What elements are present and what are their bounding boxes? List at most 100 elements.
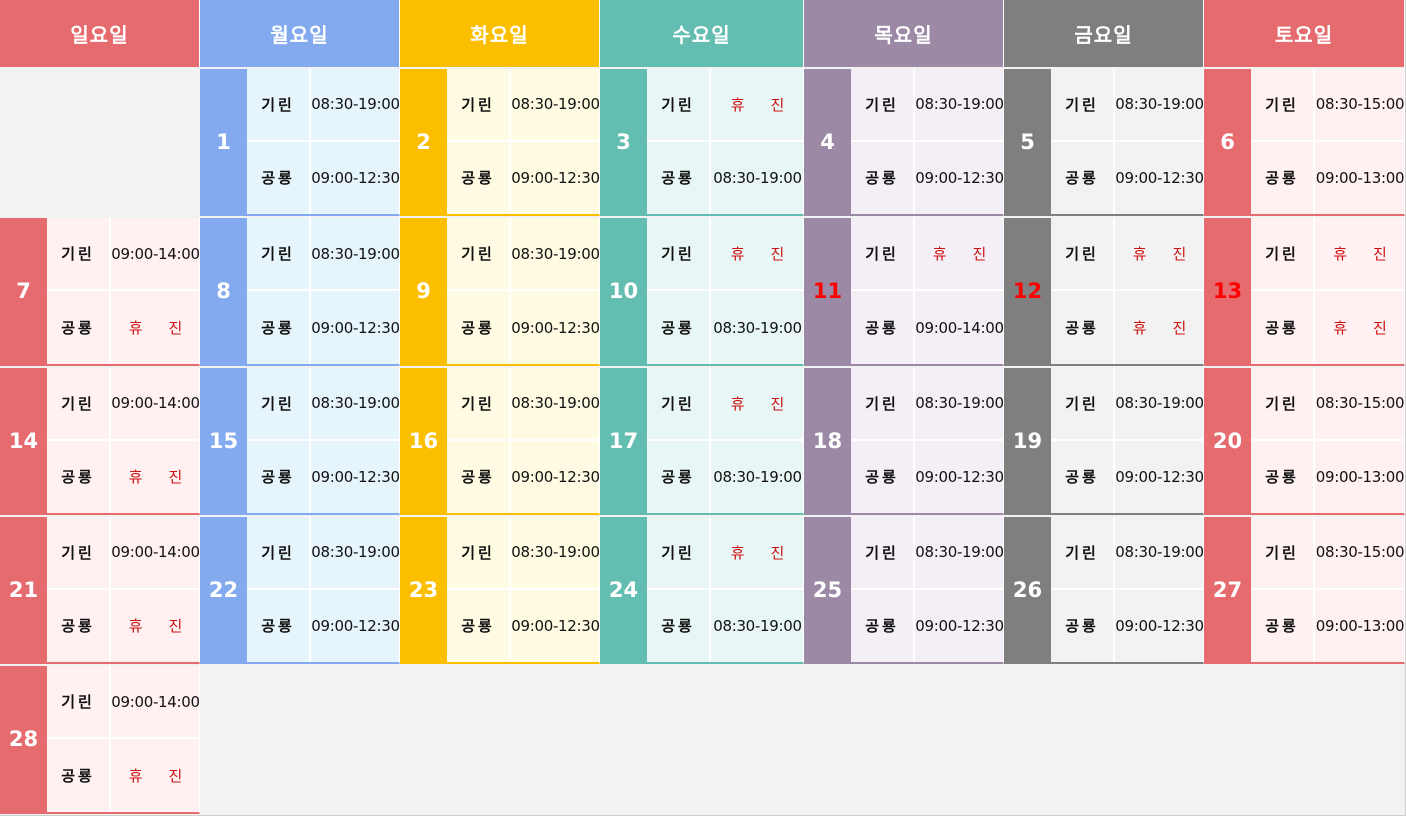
day-cell[interactable]: 14 기린 09:00-14:00 공룡 휴진 bbox=[0, 368, 200, 515]
clinic-label: 기린 bbox=[647, 517, 711, 588]
closed-label: 휴진 bbox=[128, 767, 209, 785]
hours-value: 08:30-19:00 bbox=[713, 467, 802, 486]
day-schedule: 기린 08:30-19:00 공룡 09:00-12:30 bbox=[1051, 368, 1204, 513]
clinic-row-girin: 기린 휴진 bbox=[647, 218, 803, 291]
day-cell[interactable]: 2 기린 08:30-19:00 공룡 09:00-12:30 bbox=[400, 69, 600, 216]
hours-value: 08:30-19:00 bbox=[511, 95, 600, 114]
clinic-label: 기린 bbox=[447, 69, 511, 140]
hours-value: 08:30-19:00 bbox=[511, 394, 600, 413]
clinic-label: 기린 bbox=[47, 666, 111, 737]
day-number: 21 bbox=[0, 517, 47, 662]
day-schedule: 기린 08:30-19:00 공룡 09:00-12:30 bbox=[447, 218, 600, 364]
clinic-row-gongryong: 공룡 휴진 bbox=[47, 291, 199, 364]
hours-value: 08:30-15:00 bbox=[1315, 394, 1405, 413]
day-cell[interactable]: 11 기린 휴진 공룡 09:00-14:00 bbox=[804, 218, 1004, 366]
day-cell[interactable]: 25 기린 08:30-19:00 공룡 09:00-12:30 bbox=[804, 517, 1004, 664]
clinic-row-girin: 기린 08:30-19:00 bbox=[1051, 69, 1204, 142]
clinic-label: 기린 bbox=[851, 368, 915, 439]
closed-label: 휴진 bbox=[730, 95, 811, 114]
day-cell[interactable]: 17 기린 휴진 공룡 08:30-19:00 bbox=[600, 368, 804, 515]
clinic-row-girin: 기린 08:30-19:00 bbox=[447, 218, 600, 291]
day-cell[interactable]: 3 기린 휴진 공룡 08:30-19:00 bbox=[600, 69, 804, 216]
day-cell[interactable]: 9 기린 08:30-19:00 공룡 09:00-12:30 bbox=[400, 218, 600, 366]
clinic-label: 기린 bbox=[1251, 218, 1315, 289]
clinic-row-gongryong: 공룡 휴진 bbox=[1051, 291, 1203, 364]
hours-value: 09:00-12:30 bbox=[311, 318, 400, 337]
clinic-label: 공룡 bbox=[247, 440, 311, 513]
clinic-row-girin: 기린 08:30-19:00 bbox=[247, 218, 400, 291]
day-schedule: 기린 08:30-19:00 공룡 09:00-12:30 bbox=[447, 517, 600, 662]
clinic-row-girin: 기린 09:00-14:00 bbox=[47, 666, 200, 739]
clinic-row-girin: 기린 휴진 bbox=[647, 69, 803, 142]
hours-value: 09:00-14:00 bbox=[111, 394, 200, 413]
clinic-label: 공룡 bbox=[647, 440, 711, 513]
clinic-row-girin: 기린 09:00-14:00 bbox=[47, 517, 200, 590]
hours-value: 09:00-14:00 bbox=[111, 543, 200, 562]
day-cell[interactable]: 20 기린 08:30-15:00 공룡 09:00-13:00 bbox=[1204, 368, 1405, 515]
day-cell[interactable]: 24 기린 휴진 공룡 08:30-19:00 bbox=[600, 517, 804, 664]
day-schedule: 기린 휴진 공룡 휴진 bbox=[1251, 218, 1404, 364]
clinic-label: 기린 bbox=[1251, 69, 1315, 140]
day-cell[interactable]: 18 기린 08:30-19:00 공룡 09:00-12:30 bbox=[804, 368, 1004, 515]
clinic-label: 기린 bbox=[851, 218, 915, 289]
hours-value: 08:30-19:00 bbox=[1115, 543, 1204, 562]
hours-value: 08:30-19:00 bbox=[311, 394, 400, 413]
clinic-label: 공룡 bbox=[1251, 440, 1315, 513]
day-cell[interactable]: 23 기린 08:30-19:00 공룡 09:00-12:30 bbox=[400, 517, 600, 664]
day-cell[interactable]: 19 기린 08:30-19:00 공룡 09:00-12:30 bbox=[1004, 368, 1204, 515]
clinic-row-gongryong: 공룡 09:00-12:30 bbox=[247, 291, 400, 364]
clinic-row-gongryong: 공룡 08:30-19:00 bbox=[647, 291, 803, 364]
clinic-label: 공룡 bbox=[247, 291, 311, 364]
day-cell[interactable]: 15 기린 08:30-19:00 공룡 09:00-12:30 bbox=[200, 368, 400, 515]
hours-value: 09:00-12:30 bbox=[511, 616, 600, 635]
clinic-row-girin: 기린 08:30-19:00 bbox=[851, 517, 1004, 590]
day-cell[interactable]: 22 기린 08:30-19:00 공룡 09:00-12:30 bbox=[200, 517, 400, 664]
day-schedule: 기린 08:30-15:00 공룡 09:00-13:00 bbox=[1251, 69, 1405, 214]
clinic-label: 기린 bbox=[447, 218, 511, 289]
day-cell[interactable]: 5 기린 08:30-19:00 공룡 09:00-12:30 bbox=[1004, 69, 1204, 216]
day-number: 14 bbox=[0, 368, 47, 513]
day-schedule: 기린 08:30-15:00 공룡 09:00-13:00 bbox=[1251, 368, 1405, 513]
day-schedule: 기린 08:30-15:00 공룡 09:00-13:00 bbox=[1251, 517, 1405, 662]
day-cell[interactable]: 27 기린 08:30-15:00 공룡 09:00-13:00 bbox=[1204, 517, 1405, 664]
day-cell[interactable]: 12 기린 휴진 공룡 휴진 bbox=[1004, 218, 1204, 366]
day-cell[interactable]: 6 기린 08:30-15:00 공룡 09:00-13:00 bbox=[1204, 69, 1405, 216]
day-cell[interactable]: 4 기린 08:30-19:00 공룡 09:00-12:30 bbox=[804, 69, 1004, 216]
day-cell[interactable]: 28 기린 09:00-14:00 공룡 휴진 bbox=[0, 666, 200, 814]
clinic-row-girin: 기린 08:30-15:00 bbox=[1251, 69, 1405, 142]
day-cell[interactable]: 8 기린 08:30-19:00 공룡 09:00-12:30 bbox=[200, 218, 400, 366]
day-number: 8 bbox=[200, 218, 247, 364]
day-number: 3 bbox=[600, 69, 647, 214]
day-number: 2 bbox=[400, 69, 447, 214]
day-cell[interactable]: 21 기린 09:00-14:00 공룡 휴진 bbox=[0, 517, 200, 664]
hours-value: 09:00-13:00 bbox=[1315, 467, 1405, 486]
clinic-row-girin: 기린 08:30-19:00 bbox=[851, 69, 1004, 142]
hours-value: 09:00-13:00 bbox=[1315, 616, 1405, 635]
day-cell[interactable]: 16 기린 08:30-19:00 공룡 09:00-12:30 bbox=[400, 368, 600, 515]
clinic-label: 기린 bbox=[247, 517, 311, 588]
clinic-row-gongryong: 공룡 08:30-19:00 bbox=[647, 589, 803, 662]
day-cell[interactable]: 7 기린 09:00-14:00 공룡 휴진 bbox=[0, 218, 200, 366]
day-number: 9 bbox=[400, 218, 447, 364]
day-cell[interactable]: 26 기린 08:30-19:00 공룡 09:00-12:30 bbox=[1004, 517, 1204, 664]
day-cell[interactable]: 1 기린 08:30-19:00 공룡 09:00-12:30 bbox=[200, 69, 400, 216]
clinic-row-gongryong: 공룡 09:00-12:30 bbox=[851, 141, 1004, 214]
clinic-row-gongryong: 공룡 09:00-12:30 bbox=[1051, 440, 1204, 513]
clinic-label: 공룡 bbox=[647, 291, 711, 364]
day-cell[interactable]: 10 기린 휴진 공룡 08:30-19:00 bbox=[600, 218, 804, 366]
clinic-label: 기린 bbox=[447, 517, 511, 588]
hours-value: 08:30-19:00 bbox=[311, 244, 400, 263]
day-schedule: 기린 08:30-19:00 공룡 09:00-12:30 bbox=[247, 218, 400, 364]
day-cell[interactable]: 13 기린 휴진 공룡 휴진 bbox=[1204, 218, 1405, 366]
day-schedule: 기린 08:30-19:00 공룡 09:00-12:30 bbox=[851, 69, 1004, 214]
day-number: 12 bbox=[1004, 218, 1051, 364]
weekday-header: 목요일 bbox=[804, 0, 1004, 67]
hours-value: 09:00-14:00 bbox=[111, 692, 200, 711]
day-number: 28 bbox=[0, 666, 47, 812]
clinic-row-gongryong: 공룡 08:30-19:00 bbox=[647, 440, 803, 513]
hours-value: 08:30-19:00 bbox=[311, 95, 400, 114]
clinic-row-gongryong: 공룡 09:00-12:30 bbox=[851, 440, 1004, 513]
clinic-row-gongryong: 공룡 09:00-12:30 bbox=[1051, 589, 1204, 662]
day-schedule: 기린 09:00-14:00 공룡 휴진 bbox=[47, 666, 209, 812]
hours-value: 09:00-12:30 bbox=[915, 616, 1004, 635]
